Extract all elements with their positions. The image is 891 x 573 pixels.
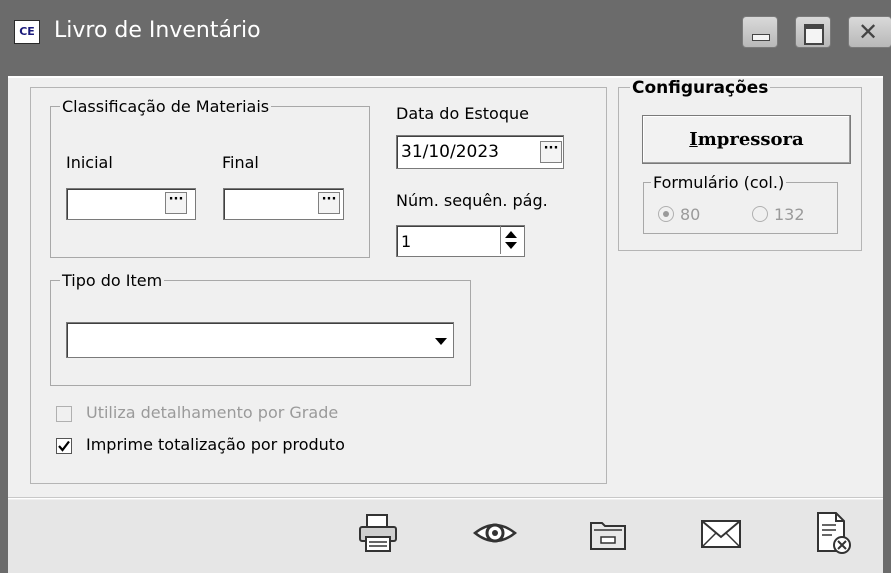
window-border-left — [0, 76, 8, 573]
document-close-icon — [817, 512, 851, 554]
radio-80[interactable] — [658, 206, 674, 222]
grade-checkbox[interactable] — [56, 406, 72, 422]
impressora-label: mpressora — [697, 129, 804, 150]
data-estoque-value: 31/10/2023 — [401, 142, 499, 162]
inicial-field[interactable]: ··· — [66, 188, 196, 220]
toolbar-divider-highlight — [8, 498, 883, 499]
close-report-button[interactable] — [806, 507, 858, 559]
num-seq-spinner[interactable] — [500, 226, 520, 256]
maximize-icon — [804, 24, 824, 45]
tipo-item-select[interactable] — [66, 322, 454, 358]
impressora-accelerator: I — [689, 129, 698, 150]
checkmark-icon — [58, 440, 70, 452]
close-button[interactable]: ✕ — [848, 16, 891, 48]
formulario-group-label: Formulário (col.) — [651, 173, 787, 192]
final-lookup-button[interactable]: ··· — [318, 192, 340, 214]
window-border-right — [883, 76, 891, 573]
chevron-down-icon[interactable] — [435, 338, 447, 345]
envelope-icon — [701, 520, 741, 548]
num-seq-label: Núm. sequên. pág. — [396, 191, 548, 210]
archive-button[interactable] — [582, 507, 634, 559]
folder-icon — [590, 522, 626, 550]
title-bar[interactable]: CE Livro de Inventário ✕ — [0, 0, 891, 76]
minimize-button[interactable] — [742, 16, 778, 48]
maximize-button[interactable] — [795, 16, 831, 48]
num-seq-field[interactable]: 1 — [396, 225, 525, 257]
app-icon[interactable]: CE — [14, 20, 40, 44]
spin-down-icon[interactable] — [505, 242, 517, 249]
final-label: Final — [222, 153, 259, 172]
spin-up-icon[interactable] — [505, 231, 517, 238]
classificacao-group — [50, 106, 370, 258]
radio-132-label: 132 — [774, 205, 805, 224]
totalizacao-label: Imprime totalização por produto — [86, 435, 345, 454]
data-estoque-label: Data do Estoque — [396, 104, 529, 123]
window-title: Livro de Inventário — [54, 18, 261, 43]
print-button[interactable] — [352, 507, 404, 559]
num-seq-value: 1 — [401, 232, 412, 251]
grade-label: Utiliza detalhamento por Grade — [86, 403, 339, 422]
tipo-item-group-label: Tipo do Item — [60, 271, 165, 290]
spinner-separator — [500, 226, 501, 254]
printer-icon — [359, 514, 397, 552]
impressora-button[interactable]: Impressora — [642, 115, 851, 164]
classificacao-group-label: Classificação de Materiais — [60, 97, 272, 116]
bottom-toolbar — [8, 500, 883, 573]
inicial-lookup-button[interactable]: ··· — [165, 192, 187, 214]
data-estoque-calendar-button[interactable]: ··· — [540, 141, 562, 163]
data-estoque-field[interactable]: 31/10/2023 ··· — [396, 135, 564, 169]
preview-button[interactable] — [469, 507, 521, 559]
configuracoes-group-label: Configurações — [630, 78, 771, 98]
totalizacao-checkbox[interactable] — [56, 438, 72, 454]
final-field[interactable]: ··· — [223, 188, 344, 220]
radio-80-dot — [663, 211, 669, 217]
minimize-icon — [752, 34, 770, 41]
radio-80-label: 80 — [680, 205, 701, 224]
close-icon: ✕ — [858, 18, 879, 46]
eye-icon — [472, 523, 518, 543]
email-button[interactable] — [695, 507, 747, 559]
radio-132[interactable] — [752, 206, 768, 222]
inicial-label: Inicial — [66, 153, 113, 172]
